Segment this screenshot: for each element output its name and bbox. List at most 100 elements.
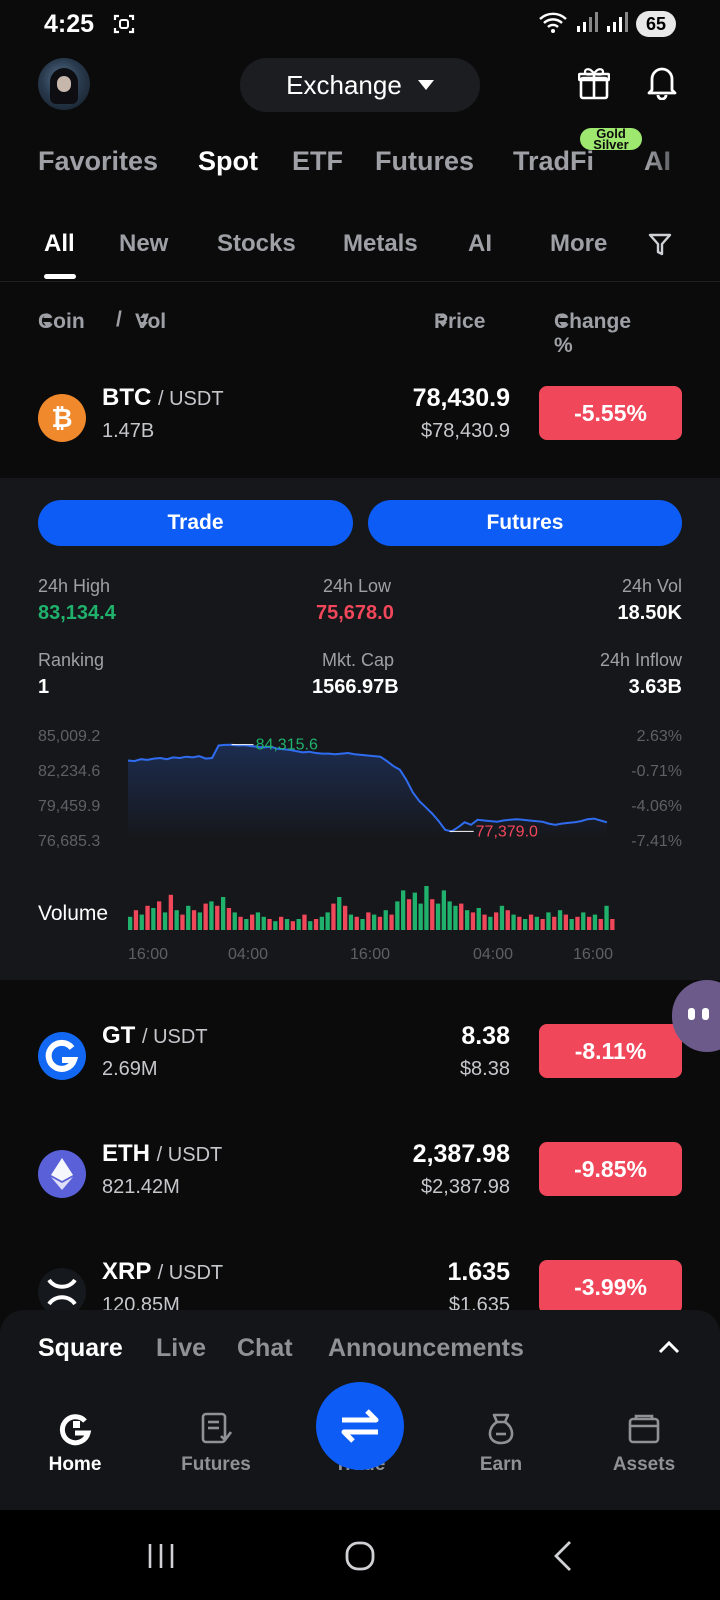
volume-bar bbox=[296, 919, 301, 930]
nav-label: Earn bbox=[479, 1454, 523, 1475]
chevron-up-icon[interactable] bbox=[658, 1340, 680, 1359]
volume-bar bbox=[354, 916, 359, 930]
volume-bar bbox=[465, 910, 470, 930]
volume-bar bbox=[215, 905, 220, 930]
market-category-tabs: Favorites Spot ETF Futures TradFi AI bbox=[38, 146, 720, 190]
x-tick-label: 16:00 bbox=[350, 946, 391, 963]
base-symbol: GT bbox=[102, 1022, 136, 1049]
volume-bar bbox=[447, 901, 452, 930]
volume-bar bbox=[587, 916, 592, 930]
system-navigation-bar bbox=[0, 1510, 720, 1600]
last-price: 1.635 bbox=[447, 1258, 510, 1286]
tab-futures[interactable]: Futures bbox=[375, 146, 474, 177]
pair-name: GT / USDT bbox=[102, 1022, 208, 1050]
market-row-eth[interactable]: ETH / USDT 821.42M 2,387.98 $2,387.98 -9… bbox=[0, 1138, 720, 1218]
tab-etf[interactable]: ETF bbox=[292, 146, 343, 177]
eth-icon bbox=[38, 1150, 86, 1198]
tab-spot[interactable]: Spot bbox=[198, 146, 258, 177]
volume-bar bbox=[139, 914, 144, 930]
gift-icon[interactable] bbox=[577, 66, 611, 105]
volume-bar bbox=[244, 919, 249, 930]
volume-bar bbox=[186, 905, 191, 930]
volume-bar bbox=[273, 921, 278, 930]
battery-indicator: 65 bbox=[636, 11, 676, 37]
home-logo-icon bbox=[15, 1410, 135, 1448]
earn-pot-icon bbox=[441, 1410, 561, 1448]
x-tick-label: 16:00 bbox=[128, 946, 169, 963]
nav-home[interactable]: Home bbox=[15, 1410, 135, 1476]
market-row-btc[interactable]: ₿ BTC / USDT 1.47B 78,430.9 $78,430.9 -5… bbox=[0, 382, 720, 462]
volume-bar bbox=[284, 919, 290, 930]
sort-by-change[interactable]: Change % bbox=[554, 308, 631, 357]
tab-tradfi[interactable]: TradFi bbox=[513, 146, 594, 177]
feed-tab-announcements[interactable]: Announcements bbox=[328, 1334, 524, 1363]
sort-by-coin[interactable]: Coin bbox=[38, 308, 85, 333]
volume-bar bbox=[476, 908, 481, 930]
sort-by-vol[interactable]: Vol bbox=[135, 308, 166, 333]
notification-bell-icon[interactable] bbox=[646, 64, 678, 105]
recent-apps-icon[interactable] bbox=[146, 1542, 176, 1575]
subtab-more[interactable]: More bbox=[550, 230, 607, 258]
wallet-icon bbox=[584, 1410, 704, 1448]
volume-value: 821.42M bbox=[102, 1176, 180, 1198]
svg-text:₿: ₿ bbox=[51, 403, 72, 433]
volume-bar bbox=[203, 903, 208, 930]
change-badge[interactable]: -9.85% bbox=[539, 1142, 682, 1196]
filter-icon[interactable] bbox=[648, 232, 672, 263]
volume-bar bbox=[534, 916, 539, 930]
tab-favorites[interactable]: Favorites bbox=[38, 146, 158, 177]
volume-label: Volume bbox=[38, 902, 109, 925]
price-chart[interactable]: 85,009.2 82,234.6 79,459.9 76,685.3 2.63… bbox=[0, 478, 720, 980]
volume-bar bbox=[319, 916, 324, 930]
quote-symbol: / USDT bbox=[156, 1144, 223, 1166]
home-button-icon[interactable] bbox=[344, 1540, 376, 1577]
back-icon[interactable] bbox=[552, 1540, 574, 1577]
pair-name: ETH / USDT bbox=[102, 1140, 222, 1168]
feed-tab-square[interactable]: Square bbox=[38, 1334, 123, 1363]
high-marker-label: 84,315.6 bbox=[256, 737, 318, 754]
nav-futures[interactable]: Futures bbox=[156, 1410, 276, 1476]
change-badge[interactable]: -5.55% bbox=[539, 386, 682, 440]
feed-tab-chat[interactable]: Chat bbox=[237, 1334, 293, 1363]
volume-bar bbox=[528, 914, 534, 930]
volume-bar bbox=[610, 919, 615, 930]
volume-bar bbox=[389, 914, 394, 930]
vol-column-label: Vol bbox=[135, 310, 167, 333]
volume-bar bbox=[232, 912, 237, 930]
feed-tab-live[interactable]: Live bbox=[156, 1334, 206, 1363]
market-row-gt[interactable]: GT / USDT 2.69M 8.38 $8.38 -8.11% bbox=[0, 1020, 720, 1100]
volume-bar bbox=[221, 897, 226, 930]
volume-bar bbox=[191, 910, 197, 930]
swap-arrows-icon bbox=[341, 1409, 379, 1443]
subtab-metals[interactable]: Metals bbox=[343, 230, 418, 258]
exchange-selector[interactable]: Exchange bbox=[240, 58, 480, 112]
last-price: 78,430.9 bbox=[412, 384, 510, 412]
price-column-label: Price bbox=[434, 310, 486, 333]
volume-bar bbox=[325, 912, 330, 930]
change-badge[interactable]: -8.11% bbox=[539, 1024, 682, 1078]
subtab-stocks[interactable]: Stocks bbox=[217, 230, 296, 258]
nav-assets[interactable]: Assets bbox=[584, 1410, 704, 1476]
tradfi-badge: Gold Silver bbox=[580, 128, 642, 150]
last-price: 2,387.98 bbox=[412, 1140, 510, 1168]
volume-bar bbox=[226, 908, 232, 930]
avatar[interactable] bbox=[38, 58, 90, 110]
subtab-ai[interactable]: AI bbox=[468, 230, 492, 258]
pair-name: XRP / USDT bbox=[102, 1258, 223, 1286]
volume-bar bbox=[308, 921, 313, 930]
trade-fab-button[interactable] bbox=[316, 1382, 404, 1470]
status-time: 4:25 bbox=[44, 10, 95, 38]
subtab-all[interactable]: All bbox=[44, 230, 75, 258]
volume-bar bbox=[290, 921, 295, 930]
column-separator: / bbox=[116, 308, 122, 331]
volume-bar bbox=[575, 916, 580, 930]
subtab-new[interactable]: New bbox=[119, 230, 168, 258]
volume-bar bbox=[499, 905, 505, 930]
sort-by-price[interactable]: Price bbox=[434, 308, 485, 333]
change-badge[interactable]: -3.99% bbox=[539, 1260, 682, 1314]
column-header: Coin / Vol Price Change % bbox=[0, 306, 720, 357]
volume-bar bbox=[488, 916, 493, 930]
bubble-eye bbox=[688, 1008, 695, 1020]
nav-earn[interactable]: Earn bbox=[441, 1410, 561, 1476]
volume-bar bbox=[343, 905, 348, 930]
